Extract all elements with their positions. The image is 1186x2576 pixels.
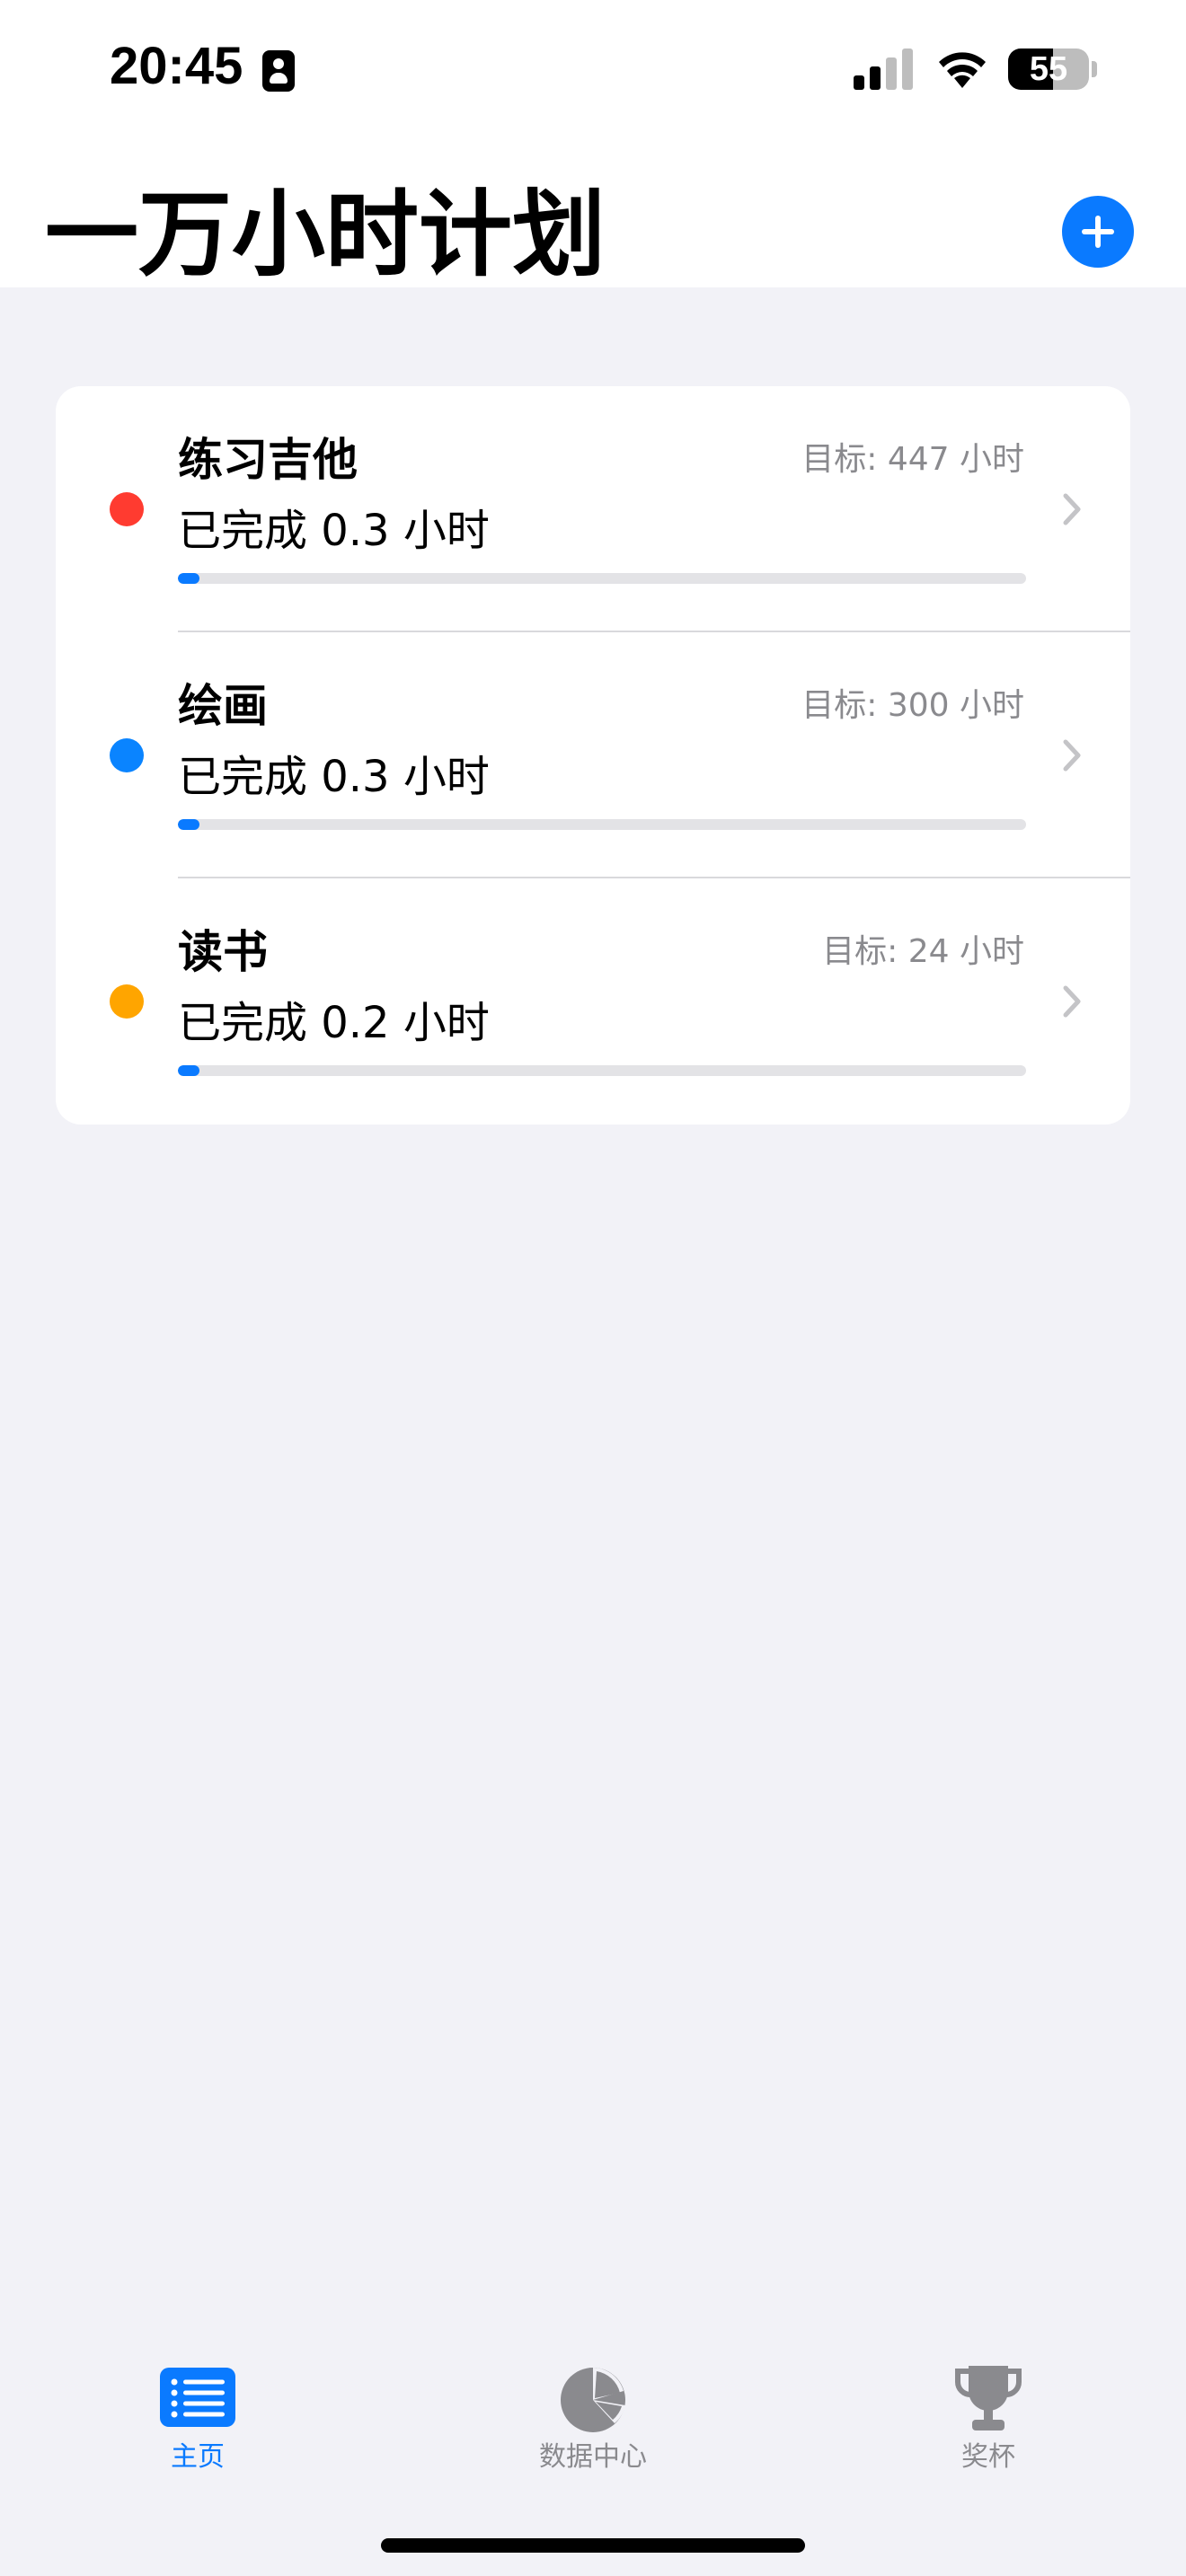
- tab-label: 数据中心: [539, 2441, 647, 2473]
- plan-color-dot: [110, 984, 144, 1019]
- plan-target: 目标: 300 小时: [801, 687, 1024, 724]
- tab-label: 主页: [171, 2441, 225, 2473]
- status-time: 20:45: [110, 37, 243, 95]
- progress-bar: [178, 573, 1026, 584]
- plan-row[interactable]: 读书 目标: 24 小时 已完成 0.2 小时: [56, 878, 1130, 1125]
- battery-cap: [1092, 61, 1097, 77]
- plan-target: 目标: 447 小时: [801, 441, 1024, 478]
- list-icon: [160, 2368, 235, 2427]
- plan-name: 练习吉他: [178, 434, 358, 486]
- progress-bar: [178, 1065, 1026, 1076]
- page-title: 一万小时计划: [45, 180, 606, 289]
- add-plan-button[interactable]: [1062, 196, 1134, 268]
- plan-color-dot: [110, 492, 144, 526]
- progress-bar: [178, 819, 1026, 830]
- plan-target: 目标: 24 小时: [822, 933, 1024, 970]
- plan-name: 读书: [178, 926, 268, 978]
- plan-list: 练习吉他 目标: 447 小时 已完成 0.3 小时 绘画 目标: 300 小时…: [56, 386, 1130, 1125]
- wifi-icon: [939, 52, 986, 88]
- progress-fill: [178, 573, 199, 584]
- tab-label: 奖杯: [961, 2441, 1015, 2473]
- chevron-right-icon: [1063, 985, 1081, 1018]
- progress-fill: [178, 819, 199, 830]
- plan-completed: 已完成 0.3 小时: [178, 752, 490, 802]
- battery-percentage: 55: [1029, 50, 1068, 88]
- header: 20:45 55 一万小时计划: [0, 0, 1186, 289]
- plan-completed: 已完成 0.3 小时: [178, 506, 490, 556]
- home-indicator: [381, 2538, 805, 2553]
- chevron-right-icon: [1063, 493, 1081, 525]
- plan-row[interactable]: 练习吉他 目标: 447 小时 已完成 0.3 小时: [56, 386, 1130, 632]
- status-bar: 20:45 55: [0, 0, 1186, 144]
- plan-completed: 已完成 0.2 小时: [178, 998, 490, 1048]
- contact-card-icon: [262, 50, 295, 92]
- cellular-signal-icon: [854, 47, 916, 90]
- pie-chart-icon: [561, 2368, 625, 2432]
- tab-home[interactable]: 主页: [90, 2360, 305, 2495]
- plan-row[interactable]: 绘画 目标: 300 小时 已完成 0.3 小时: [56, 632, 1130, 878]
- progress-fill: [178, 1065, 199, 1076]
- battery-icon: 55: [1008, 49, 1089, 90]
- plan-color-dot: [110, 738, 144, 772]
- chevron-right-icon: [1063, 739, 1081, 772]
- tab-data-center[interactable]: 数据中心: [485, 2360, 701, 2495]
- plan-name: 绘画: [178, 680, 268, 732]
- tab-trophy[interactable]: 奖杯: [881, 2360, 1096, 2495]
- trophy-icon: [955, 2366, 1022, 2430]
